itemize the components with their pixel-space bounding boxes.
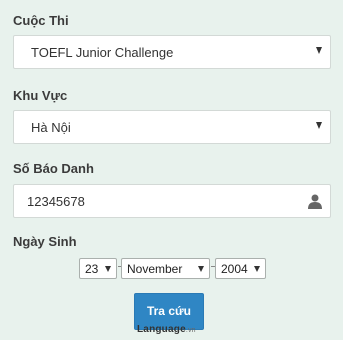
dob-year-value: 2004 [221, 262, 248, 276]
dob-month-value: November [127, 262, 183, 276]
dob-day-value: 23 [85, 262, 99, 276]
contest-select[interactable]: TOEFL Junior Challenge [13, 35, 331, 69]
dob-day-select[interactable]: 23 [79, 258, 117, 279]
caret-down-icon [105, 266, 111, 272]
dob-year-select[interactable]: 2004 [215, 258, 266, 279]
caret-down-icon [198, 266, 204, 272]
id-input[interactable]: 12345678 [13, 184, 331, 218]
caret-down-icon [316, 47, 322, 54]
contest-label: Cuộc Thi [13, 13, 69, 28]
region-label: Khu Vực [13, 88, 68, 103]
dob-label: Ngày Sinh [13, 234, 77, 249]
region-select[interactable]: Hà Nội [13, 110, 331, 144]
caret-down-icon [254, 266, 260, 272]
contest-select-value: TOEFL Junior Challenge [31, 45, 174, 60]
watermark-suffix: .vn [185, 327, 196, 334]
watermark: Language.vn [137, 324, 196, 335]
dob-month-select[interactable]: November [121, 258, 210, 279]
id-input-value: 12345678 [27, 194, 85, 209]
user-icon [308, 194, 322, 209]
id-label: Số Báo Danh [13, 161, 94, 176]
watermark-text: Language [137, 324, 186, 335]
region-select-value: Hà Nội [31, 120, 71, 135]
caret-down-icon [316, 122, 322, 129]
